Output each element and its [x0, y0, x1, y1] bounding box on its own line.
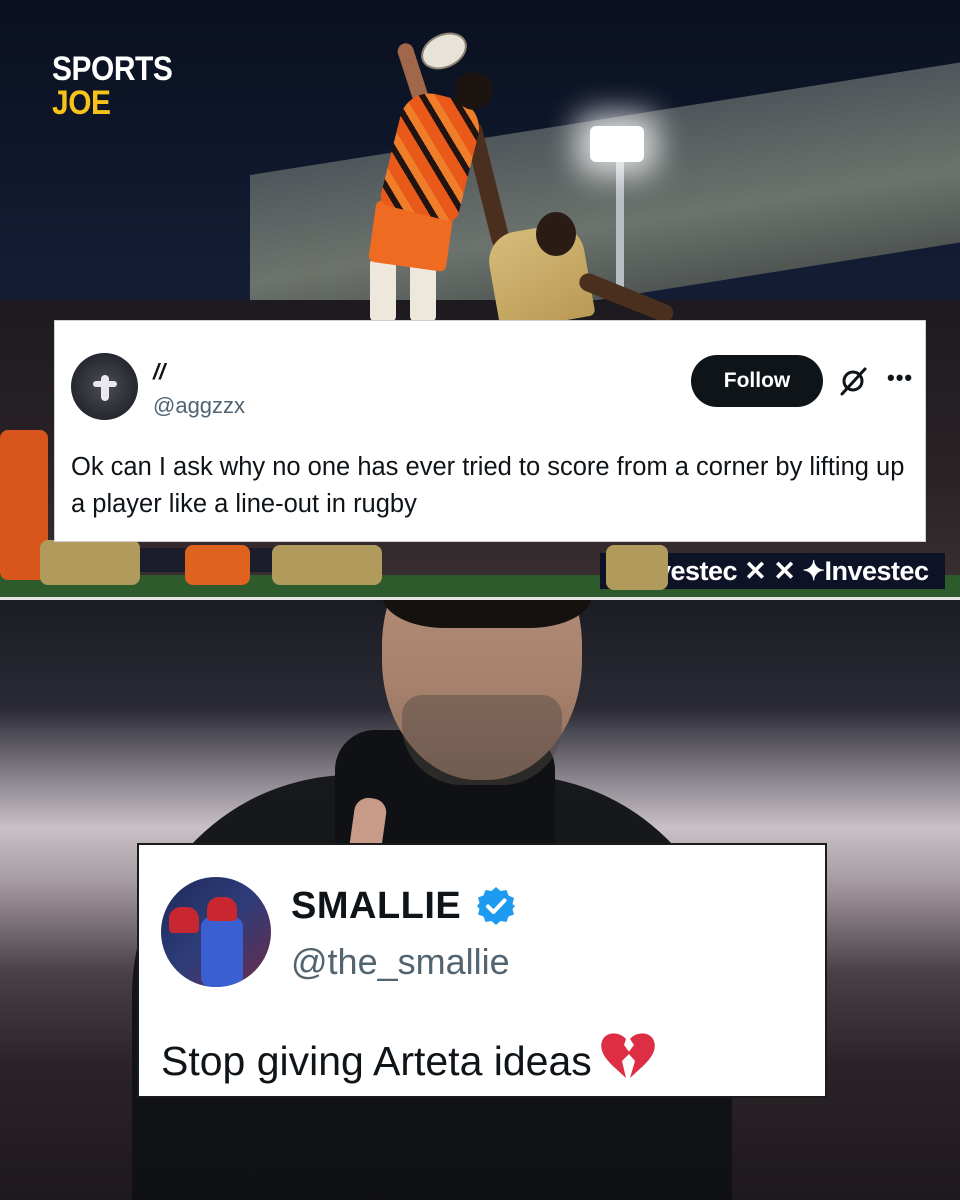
avatar-figure	[201, 917, 243, 987]
verified-badge-icon	[477, 887, 515, 925]
floodlight-pole	[616, 150, 624, 290]
rugby-ball	[415, 25, 473, 77]
logo-text-sports: SPORTS	[52, 50, 173, 88]
grok-icon[interactable]	[838, 366, 868, 396]
display-name[interactable]: SMALLIE	[291, 885, 461, 928]
sportsjoe-logo: SPORTS JOE	[52, 50, 173, 122]
tweet-card-smallie: SMALLIE @the_smallie Stop giving Arteta …	[137, 843, 827, 1098]
floodlight	[590, 126, 644, 162]
tweet-text: Stop giving Arteta ideas	[161, 1031, 811, 1087]
player-orange-head	[455, 72, 493, 110]
player-gold-legs	[272, 545, 382, 585]
player-gold-head	[536, 212, 576, 256]
user-handle[interactable]: @the_smallie	[291, 941, 510, 983]
manager-beard	[402, 695, 562, 785]
more-options-icon[interactable]: •••	[887, 365, 913, 391]
logo-text-joe: JOE	[52, 84, 111, 122]
santa-hat	[169, 907, 199, 933]
avatar[interactable]	[71, 353, 138, 420]
player-gold-legs	[40, 540, 140, 585]
display-name[interactable]: //	[153, 359, 165, 385]
santa-hat	[207, 897, 237, 921]
tweet-text: Ok can I ask why no one has ever tried t…	[71, 453, 905, 518]
tweet-text-content: Stop giving Arteta ideas	[161, 1038, 592, 1084]
player-orange-leg	[370, 258, 396, 322]
broken-heart-icon	[600, 1033, 655, 1078]
avatar-figure	[101, 375, 109, 401]
follow-button[interactable]: Follow	[691, 355, 823, 407]
tweet-card-aggzzx: // @aggzzx Follow ••• Ok can I ask why n…	[54, 320, 926, 542]
rugby-lineout-photo: vestec ✕ ✕ ✦Investec SPORTS JOE // @aggz…	[0, 0, 960, 597]
avatar-figure	[93, 381, 117, 387]
player-gold-legs	[606, 545, 668, 590]
avatar[interactable]	[161, 877, 271, 987]
user-handle[interactable]: @aggzzx	[153, 393, 245, 419]
player-orange-legs	[185, 545, 250, 585]
